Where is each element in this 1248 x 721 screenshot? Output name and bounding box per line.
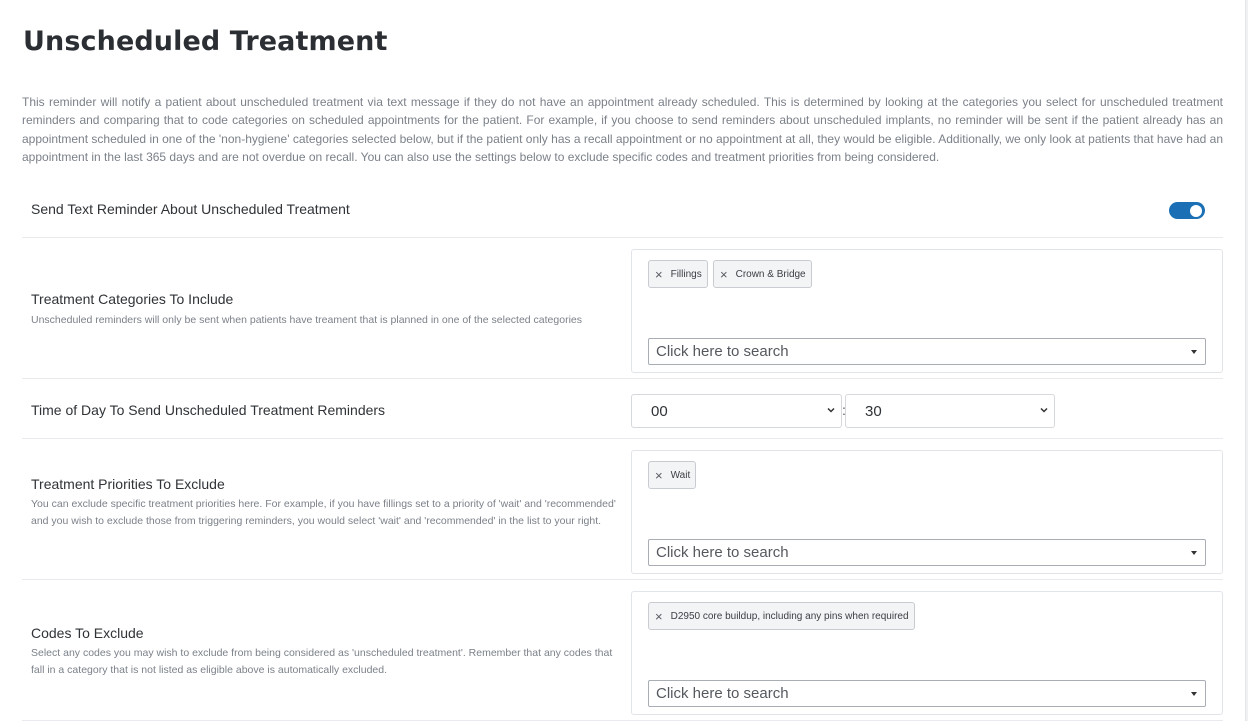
search-placeholder: Click here to search: [656, 343, 789, 360]
priorities-multiselect[interactable]: × Wait Click here to search: [631, 450, 1223, 574]
time-of-day-row: Time of Day To Send Unscheduled Treatmen…: [22, 379, 1223, 439]
categories-row: Treatment Categories To Include Unschedu…: [22, 238, 1223, 379]
search-placeholder: Click here to search: [656, 544, 789, 561]
categories-search-input[interactable]: Click here to search: [648, 338, 1206, 365]
hour-value: 00: [651, 403, 668, 420]
priorities-row: Treatment Priorities To Exclude You can …: [22, 439, 1223, 580]
priorities-search-input[interactable]: Click here to search: [648, 539, 1206, 566]
minute-value: 30: [865, 403, 882, 420]
caret-down-icon: [1191, 551, 1197, 555]
chevron-down-icon: [1040, 407, 1048, 413]
categories-label: Treatment Categories To Include: [31, 291, 234, 307]
chip-label: Wait: [670, 469, 691, 481]
send-text-toggle[interactable]: [1169, 202, 1205, 219]
close-icon[interactable]: ×: [720, 268, 728, 281]
category-chip-crown-bridge: × Crown & Bridge: [713, 260, 812, 288]
codes-row: Codes To Exclude Select any codes you ma…: [22, 580, 1223, 721]
chevron-down-icon: [827, 407, 835, 413]
chip-label: Crown & Bridge: [735, 268, 806, 280]
priorities-label: Treatment Priorities To Exclude: [31, 476, 225, 492]
send-text-label: Send Text Reminder About Unscheduled Tre…: [31, 201, 350, 217]
time-of-day-label: Time of Day To Send Unscheduled Treatmen…: [31, 402, 386, 418]
close-icon[interactable]: ×: [655, 268, 663, 281]
priorities-help: You can exclude specific treatment prior…: [31, 498, 616, 527]
category-chip-fillings: × Fillings: [648, 260, 708, 288]
codes-label: Codes To Exclude: [31, 625, 144, 641]
page-title: Unscheduled Treatment: [23, 26, 388, 57]
send-text-row: Send Text Reminder About Unscheduled Tre…: [22, 190, 1223, 238]
code-chip-d2950: × D2950 core buildup, including any pins…: [648, 602, 915, 630]
chip-label: D2950 core buildup, including any pins w…: [670, 610, 909, 622]
codes-help: Select any codes you may wish to exclude…: [31, 647, 613, 676]
hour-select[interactable]: 00: [631, 394, 842, 428]
search-placeholder: Click here to search: [656, 685, 789, 702]
categories-help: Unscheduled reminders will only be sent …: [31, 314, 582, 326]
caret-down-icon: [1191, 692, 1197, 696]
categories-multiselect[interactable]: × Fillings × Crown & Bridge Click here t…: [631, 249, 1223, 373]
chip-label: Fillings: [670, 268, 702, 280]
page-description: This reminder will notify a patient abou…: [22, 95, 1223, 164]
minute-select[interactable]: 30: [845, 394, 1055, 428]
close-icon[interactable]: ×: [655, 469, 663, 482]
close-icon[interactable]: ×: [655, 610, 663, 623]
codes-multiselect[interactable]: × D2950 core buildup, including any pins…: [631, 591, 1223, 715]
caret-down-icon: [1191, 350, 1197, 354]
codes-search-input[interactable]: Click here to search: [648, 680, 1206, 707]
toggle-knob: [1190, 204, 1202, 217]
priority-chip-wait: × Wait: [648, 461, 697, 489]
